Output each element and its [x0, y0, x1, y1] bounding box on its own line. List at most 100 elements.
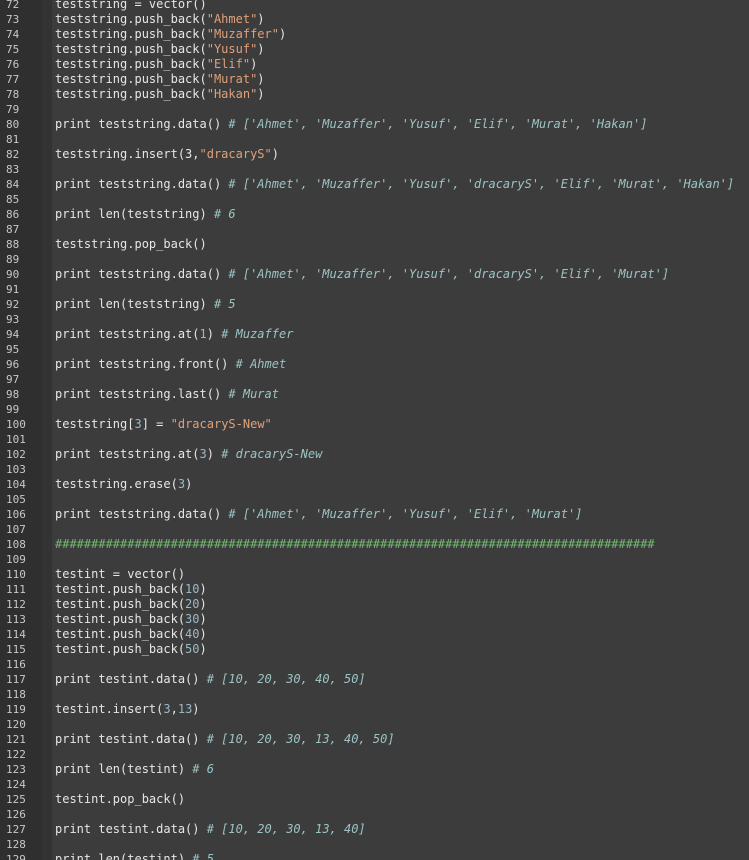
- code-line[interactable]: 116: [0, 657, 749, 672]
- line-number: 112: [6, 598, 26, 611]
- code-line[interactable]: 110 testint = vector(): [0, 567, 749, 582]
- code-line[interactable]: 104 teststring.erase(3): [0, 477, 749, 492]
- code-token: # 6: [213, 207, 236, 221]
- code-line[interactable]: 73 teststring.push_back("Ahmet"): [0, 12, 749, 27]
- code-token: # [10, 20, 30, 13, 40, 50]: [206, 732, 395, 746]
- code-line[interactable]: 107: [0, 522, 749, 537]
- code-line[interactable]: 74 teststring.push_back("Muzaffer"): [0, 27, 749, 42]
- code-token: # [10, 20, 30, 13, 40]: [206, 822, 366, 836]
- code-line[interactable]: 83: [0, 162, 749, 177]
- code-line[interactable]: 81: [0, 132, 749, 147]
- code-line[interactable]: 92 print len(teststring) # 5: [0, 297, 749, 312]
- code-token: teststring.insert(3,: [55, 147, 200, 161]
- code-line[interactable]: 128: [0, 837, 749, 852]
- code-line[interactable]: 120: [0, 717, 749, 732]
- code-line[interactable]: 78 teststring.push_back("Hakan"): [0, 87, 749, 102]
- code-line[interactable]: 93: [0, 312, 749, 327]
- code-line[interactable]: 76 teststring.push_back("Elif"): [0, 57, 749, 72]
- code-line[interactable]: 91: [0, 282, 749, 297]
- code-token: 20: [185, 597, 200, 611]
- line-number: 124: [6, 778, 26, 791]
- code-line[interactable]: 124: [0, 777, 749, 792]
- code-line[interactable]: 87: [0, 222, 749, 237]
- code-line[interactable]: 106 print teststring.data() # ['Ahmet', '…: [0, 507, 749, 522]
- code-line[interactable]: 100 teststring[3] = "dracaryS-New": [0, 417, 749, 432]
- code-token: ] =: [141, 417, 171, 431]
- code-token: teststring = vector(): [55, 0, 207, 11]
- line-number: 87: [6, 223, 20, 236]
- code-token: teststring.push_back(: [55, 57, 207, 71]
- code-line[interactable]: 126: [0, 807, 749, 822]
- code-line[interactable]: 122: [0, 747, 749, 762]
- code-line[interactable]: 79: [0, 102, 749, 117]
- code-line[interactable]: 102 print teststring.at(3) # dracaryS-New: [0, 447, 749, 462]
- code-token: # Ahmet: [235, 357, 287, 371]
- code-line[interactable]: 119 testint.insert(3,13): [0, 702, 749, 717]
- code-line[interactable]: 127 print testint.data() # [10, 20, 30, 1…: [0, 822, 749, 837]
- code-token: # 5: [192, 852, 214, 860]
- code-line[interactable]: 94 print teststring.at(1) # Muzaffer: [0, 327, 749, 342]
- code-line[interactable]: 125 testint.pop_back(): [0, 792, 749, 807]
- code-line[interactable]: 90 print teststring.data() # ['Ahmet', 'M…: [0, 267, 749, 282]
- line-number: 85: [6, 193, 20, 206]
- code-line[interactable]: 75 teststring.push_back("Yusuf"): [0, 42, 749, 57]
- code-line[interactable]: 98 print teststring.last() # Murat: [0, 387, 749, 402]
- code-line[interactable]: 84 print teststring.data() # ['Ahmet', 'M…: [0, 177, 749, 192]
- code-line[interactable]: 101: [0, 432, 749, 447]
- code-line[interactable]: 123 print len(testint) # 6: [0, 762, 749, 777]
- code-line[interactable]: 117 print testint.data() # [10, 20, 30, 4…: [0, 672, 749, 687]
- code-text: testint.push_back(10): [55, 582, 207, 597]
- code-line[interactable]: 86 print len(teststring) # 6: [0, 207, 749, 222]
- code-line[interactable]: 95: [0, 342, 749, 357]
- code-token: # [10, 20, 30, 40, 50]: [206, 672, 366, 686]
- code-line[interactable]: 118: [0, 687, 749, 702]
- line-number: 102: [6, 448, 26, 461]
- code-token: # Muzaffer: [221, 327, 294, 341]
- code-token: ): [199, 642, 207, 656]
- code-line[interactable]: 97: [0, 372, 749, 387]
- code-line[interactable]: 109: [0, 552, 749, 567]
- code-token: teststring.erase(: [55, 477, 178, 491]
- code-line[interactable]: 82 teststring.insert(3,"dracaryS"): [0, 147, 749, 162]
- code-line[interactable]: 113 testint.push_back(30): [0, 612, 749, 627]
- code-line[interactable]: 115 testint.push_back(50): [0, 642, 749, 657]
- code-line[interactable]: 99: [0, 402, 749, 417]
- code-line[interactable]: 77 teststring.push_back("Murat"): [0, 72, 749, 87]
- code-line[interactable]: 103: [0, 462, 749, 477]
- code-text: ########################################…: [55, 537, 655, 552]
- line-number: 111: [6, 583, 26, 596]
- code-editor[interactable]: 72 teststring = vector() 73 teststring.push…: [0, 0, 749, 860]
- code-lines[interactable]: 72 teststring = vector() 73 teststring.push…: [0, 0, 749, 860]
- code-token: ): [257, 12, 265, 26]
- code-line[interactable]: 72 teststring = vector(): [0, 0, 749, 12]
- code-line[interactable]: 85: [0, 192, 749, 207]
- code-token: teststring.push_back(: [55, 87, 207, 101]
- code-line[interactable]: 105: [0, 492, 749, 507]
- line-number: 120: [6, 718, 26, 731]
- code-text: teststring.push_back("Yusuf"): [55, 42, 265, 57]
- code-token: ): [250, 57, 258, 71]
- code-line[interactable]: 89: [0, 252, 749, 267]
- code-line[interactable]: 88 teststring.pop_back(): [0, 237, 749, 252]
- code-line[interactable]: 121 print testint.data() # [10, 20, 30, 1…: [0, 732, 749, 747]
- code-line[interactable]: 96 print teststring.front() # Ahmet: [0, 357, 749, 372]
- code-line[interactable]: 111 testint.push_back(10): [0, 582, 749, 597]
- code-line[interactable]: 108 #####################################…: [0, 537, 749, 552]
- line-number: 89: [6, 253, 20, 266]
- line-number: 110: [6, 568, 26, 581]
- code-text: teststring = vector(): [55, 0, 207, 12]
- code-token: print teststring.last(): [55, 387, 229, 401]
- line-number: 77: [6, 73, 20, 86]
- code-line[interactable]: 114 testint.push_back(40): [0, 627, 749, 642]
- code-token: "dracaryS": [199, 147, 272, 161]
- line-number: 116: [6, 658, 26, 671]
- line-number: 109: [6, 553, 26, 566]
- code-token: testint.push_back(: [55, 642, 186, 656]
- code-token: testint = vector(): [55, 567, 186, 581]
- code-line[interactable]: 80 print teststring.data() # ['Ahmet', 'M…: [0, 117, 749, 132]
- line-number: 82: [6, 148, 20, 161]
- code-line[interactable]: 129 print len(testint) # 5: [0, 852, 749, 860]
- code-token: "Hakan": [206, 87, 258, 101]
- code-token: ): [257, 87, 265, 101]
- code-line[interactable]: 112 testint.push_back(20): [0, 597, 749, 612]
